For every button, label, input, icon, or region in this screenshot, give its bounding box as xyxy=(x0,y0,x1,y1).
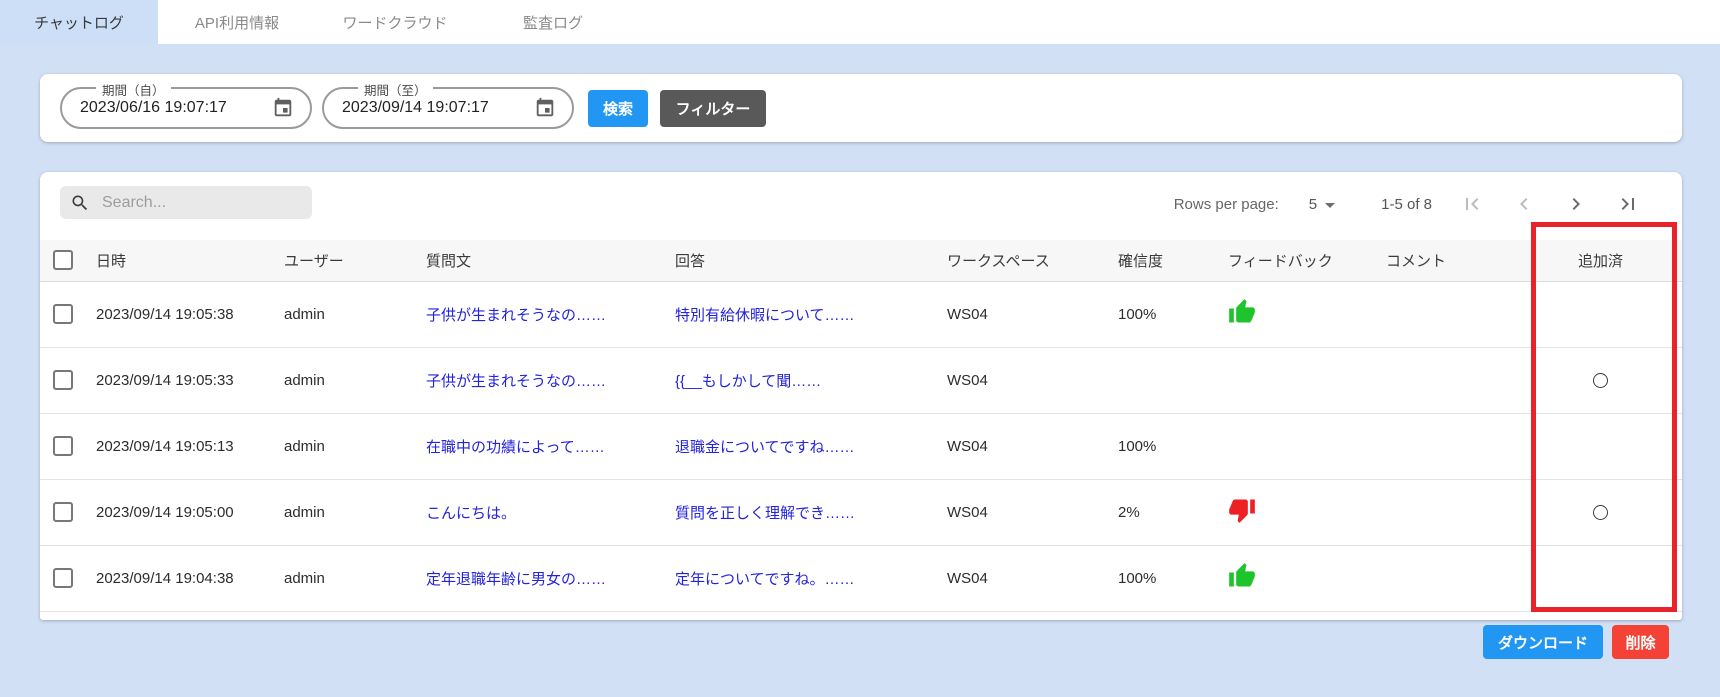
search-button[interactable]: 検索 xyxy=(588,90,648,127)
cell-answer-link[interactable]: {{__もしかして聞…… xyxy=(663,347,935,413)
column-header-feedback: フィードバック xyxy=(1216,240,1374,281)
row-checkbox[interactable] xyxy=(53,568,73,588)
cell-confidence: 100% xyxy=(1106,413,1216,479)
column-header-workspace: ワークスペース xyxy=(935,240,1106,281)
row-checkbox[interactable] xyxy=(53,502,73,522)
cell-question-link[interactable]: 子供が生まれそうなの…… xyxy=(414,347,663,413)
cell-datetime: 2023/09/14 19:05:13 xyxy=(84,413,272,479)
cell-question-link[interactable]: 子供が生まれそうなの…… xyxy=(414,281,663,347)
cell-question-link[interactable]: 定年退職年齢に男女の…… xyxy=(414,545,663,611)
cell-workspace: WS04 xyxy=(935,413,1106,479)
search-icon xyxy=(70,193,90,213)
last-page-icon[interactable] xyxy=(1616,192,1640,216)
download-button[interactable]: ダウンロード xyxy=(1483,625,1603,659)
tab-label: API利用情報 xyxy=(195,12,279,33)
calendar-icon[interactable] xyxy=(534,97,556,119)
cell-user: admin xyxy=(272,281,414,347)
cell-question-link[interactable]: こんにちは。 xyxy=(414,479,663,545)
cell-datetime: 2023/09/14 19:05:00 xyxy=(84,479,272,545)
column-header-answer: 回答 xyxy=(663,240,935,281)
table-row: 2023/09/14 19:04:38 admin 定年退職年齢に男女の…… 定… xyxy=(40,545,1682,611)
row-checkbox[interactable] xyxy=(53,304,73,324)
tab-api-usage[interactable]: API利用情報 xyxy=(158,0,316,44)
table-search-input[interactable] xyxy=(102,194,292,212)
table-row: 2023/09/14 19:05:13 admin 在職中の功績によって…… 退… xyxy=(40,413,1682,479)
cell-datetime: 2023/09/14 19:05:33 xyxy=(84,347,272,413)
tab-audit-log[interactable]: 監査ログ xyxy=(474,0,632,44)
select-all-checkbox[interactable] xyxy=(53,250,73,270)
cell-answer-link[interactable]: 質問を正しく理解でき…… xyxy=(663,479,935,545)
cell-datetime: 2023/09/14 19:04:38 xyxy=(84,545,272,611)
cell-confidence: 2% xyxy=(1106,479,1216,545)
rows-per-page-select[interactable]: 5 xyxy=(1309,196,1335,213)
row-checkbox[interactable] xyxy=(53,370,73,390)
tab-label: チャットログ xyxy=(34,12,124,33)
date-from-value[interactable]: 2023/06/16 19:07:17 xyxy=(80,99,227,117)
chat-log-table: 日時 ユーザー 質問文 回答 ワークスペース 確信度 フィードバック コメント … xyxy=(40,240,1682,612)
top-tab-bar: チャットログ API利用情報 ワードクラウド 監査ログ xyxy=(0,0,1720,44)
cell-workspace: WS04 xyxy=(935,347,1106,413)
cell-comment xyxy=(1374,281,1519,347)
cell-answer-link[interactable]: 退職金についてですね…… xyxy=(663,413,935,479)
chevron-right-icon[interactable] xyxy=(1564,192,1588,216)
chevron-down-icon xyxy=(1325,203,1335,208)
chevron-left-icon[interactable] xyxy=(1512,192,1536,216)
cell-comment xyxy=(1374,479,1519,545)
thumb-down-icon xyxy=(1228,496,1256,524)
cell-user: admin xyxy=(272,479,414,545)
cell-datetime: 2023/09/14 19:05:38 xyxy=(84,281,272,347)
first-page-icon[interactable] xyxy=(1460,192,1484,216)
date-from-label: 期間（自） xyxy=(96,80,171,99)
rows-per-page-value: 5 xyxy=(1309,196,1317,213)
chat-log-table-card: Rows per page: 5 1-5 of 8 日時 ユ xyxy=(40,172,1682,620)
column-header-added: 追加済 xyxy=(1519,240,1682,281)
tab-label: 監査ログ xyxy=(523,12,583,33)
cell-answer-link[interactable]: 定年についてですね。…… xyxy=(663,545,935,611)
cell-user: admin xyxy=(272,347,414,413)
cell-user: admin xyxy=(272,545,414,611)
column-header-user: ユーザー xyxy=(272,240,414,281)
filter-button[interactable]: フィルター xyxy=(660,90,766,127)
cell-answer-link[interactable]: 特別有給休暇について…… xyxy=(663,281,935,347)
column-header-confidence: 確信度 xyxy=(1106,240,1216,281)
cell-confidence xyxy=(1106,347,1216,413)
cell-comment xyxy=(1374,347,1519,413)
added-circle xyxy=(1593,505,1608,520)
cell-confidence: 100% xyxy=(1106,545,1216,611)
thumb-up-icon xyxy=(1228,298,1256,326)
thumb-up-icon xyxy=(1228,562,1256,590)
date-to-field[interactable]: 期間（至） 2023/09/14 19:07:17 xyxy=(322,87,574,129)
tab-chat-log[interactable]: チャットログ xyxy=(0,0,158,44)
table-row: 2023/09/14 19:05:38 admin 子供が生まれそうなの…… 特… xyxy=(40,281,1682,347)
row-checkbox[interactable] xyxy=(53,436,73,456)
date-to-label: 期間（至） xyxy=(358,80,433,99)
table-search-box[interactable] xyxy=(60,186,312,219)
cell-question-link[interactable]: 在職中の功績によって…… xyxy=(414,413,663,479)
cell-comment xyxy=(1374,413,1519,479)
filter-panel: 期間（自） 2023/06/16 19:07:17 期間（至） 2023/09/… xyxy=(40,74,1682,142)
table-row: 2023/09/14 19:05:33 admin 子供が生まれそうなの…… {… xyxy=(40,347,1682,413)
date-from-field[interactable]: 期間（自） 2023/06/16 19:07:17 xyxy=(60,87,312,129)
calendar-icon[interactable] xyxy=(272,97,294,119)
cell-workspace: WS04 xyxy=(935,479,1106,545)
delete-button[interactable]: 削除 xyxy=(1612,625,1669,659)
table-row: 2023/09/14 19:05:00 admin こんにちは。 質問を正しく理… xyxy=(40,479,1682,545)
rows-per-page-label: Rows per page: xyxy=(1174,196,1279,213)
date-to-value[interactable]: 2023/09/14 19:07:17 xyxy=(342,99,489,117)
column-header-question: 質問文 xyxy=(414,240,663,281)
pagination-bar: Rows per page: 5 1-5 of 8 xyxy=(1174,192,1640,216)
column-header-comment: コメント xyxy=(1374,240,1519,281)
cell-confidence: 100% xyxy=(1106,281,1216,347)
tab-label: ワードクラウド xyxy=(342,12,447,33)
pagination-range: 1-5 of 8 xyxy=(1381,196,1432,213)
column-header-datetime: 日時 xyxy=(84,240,272,281)
cell-comment xyxy=(1374,545,1519,611)
cell-workspace: WS04 xyxy=(935,281,1106,347)
tab-word-cloud[interactable]: ワードクラウド xyxy=(316,0,474,44)
table-header-row: 日時 ユーザー 質問文 回答 ワークスペース 確信度 フィードバック コメント … xyxy=(40,240,1682,281)
cell-user: admin xyxy=(272,413,414,479)
added-circle xyxy=(1593,373,1608,388)
cell-workspace: WS04 xyxy=(935,545,1106,611)
